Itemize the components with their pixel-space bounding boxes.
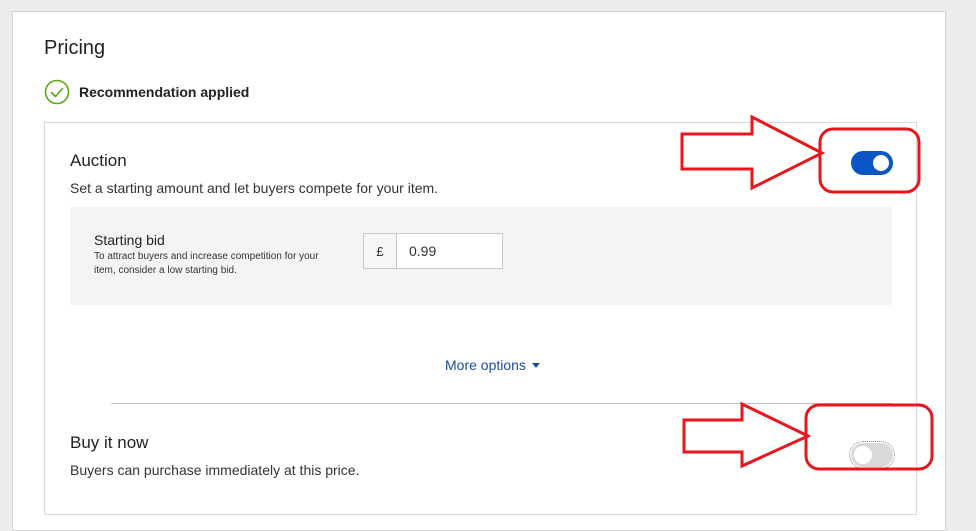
buy-it-now-description: Buyers can purchase immediately at this … bbox=[70, 462, 360, 478]
starting-bid-input[interactable]: £ 0.99 bbox=[363, 233, 503, 269]
more-options-label: More options bbox=[445, 357, 526, 373]
starting-bid-section: Starting bid To attract buyers and incre… bbox=[70, 207, 892, 305]
check-circle-icon bbox=[44, 79, 70, 105]
pricing-panel: Pricing Recommendation applied Auction S… bbox=[12, 11, 946, 531]
toggle-knob bbox=[873, 155, 889, 171]
caret-down-icon bbox=[531, 362, 540, 368]
buy-it-now-title: Buy it now bbox=[70, 433, 149, 452]
divider bbox=[111, 403, 892, 404]
toggle-knob bbox=[854, 446, 872, 464]
starting-bid-label: Starting bid bbox=[94, 232, 165, 248]
auction-description: Set a starting amount and let buyers com… bbox=[70, 180, 439, 196]
section-title: Pricing bbox=[44, 37, 106, 59]
pricing-format-card: Auction Set a starting amount and let bu… bbox=[44, 122, 917, 515]
recommendation-label: Recommendation applied bbox=[79, 84, 250, 100]
currency-prefix: £ bbox=[364, 234, 397, 268]
recommendation-status: Recommendation applied bbox=[44, 79, 249, 105]
auction-toggle[interactable] bbox=[851, 151, 893, 175]
buy-it-now-toggle[interactable] bbox=[849, 441, 895, 469]
starting-bid-hint: To attract buyers and increase competiti… bbox=[94, 251, 319, 276]
auction-title: Auction bbox=[70, 151, 127, 170]
more-options-link[interactable]: More options bbox=[445, 357, 540, 373]
starting-bid-value[interactable]: 0.99 bbox=[397, 234, 436, 268]
